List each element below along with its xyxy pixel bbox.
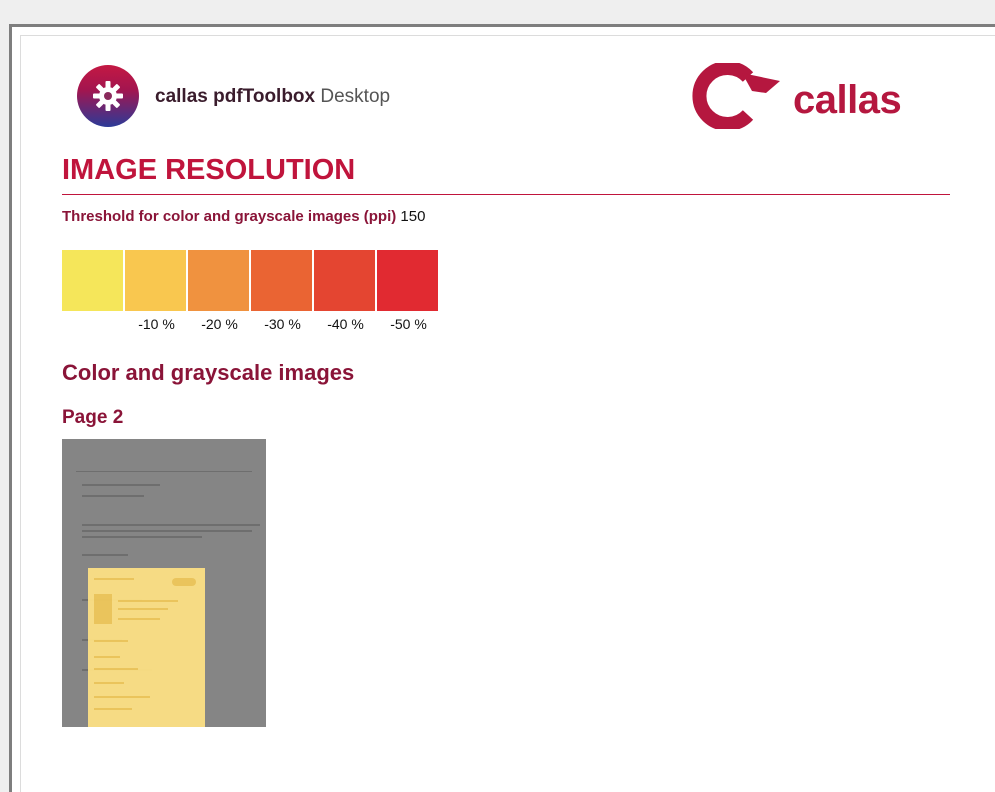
app-name-rest: Desktop [315,86,391,107]
scale-swatch [251,250,312,311]
page-thumbnail-icon[interactable] [62,439,266,727]
resolution-scale-labels: -10 % -20 % -30 % -40 % -50 % [62,316,440,332]
highlight-line [94,696,150,698]
callas-logo-icon [690,61,785,134]
section-divider [62,194,950,195]
app-name-bold: callas pdfToolbox [155,86,316,107]
scale-label: -50 % [390,316,427,332]
highlight-line [94,640,128,642]
scale-label: -40 % [327,316,364,332]
highlight-line [94,656,120,658]
scale-swatch [62,250,123,311]
scale-label [62,316,125,332]
highlight-line [94,578,134,580]
thumb-text-line [82,530,252,532]
low-resolution-image-highlight[interactable] [88,568,205,727]
highlight-line [118,618,160,620]
scale-label: -10 % [138,316,175,332]
thumb-text-line [82,524,260,526]
highlight-line [94,668,138,670]
highlight-line [118,600,178,602]
thumb-text-line [82,495,144,497]
thumb-rule [76,471,252,472]
highlight-logo [172,578,196,586]
threshold-label: Threshold for color and grayscale images… [62,208,397,225]
scale-swatch [188,250,249,311]
thumb-text-line [82,554,128,556]
resolution-scale [62,250,440,311]
page-label: Page 2 [62,407,124,428]
report-page: callas pdfToolbox Desktop callas IMAGE R… [0,0,995,792]
highlight-line [94,708,132,710]
subsection-title: Color and grayscale images [62,360,355,385]
threshold-line: Threshold for color and grayscale images… [62,208,425,225]
scale-label: -20 % [201,316,238,332]
scale-label: -30 % [264,316,301,332]
section-title: IMAGE RESOLUTION [62,154,356,186]
callas-brand-word: callas [793,78,902,122]
highlight-block [94,594,112,624]
thumb-text-line [82,536,202,538]
app-name: callas pdfToolbox Desktop [155,86,390,108]
highlight-line [94,682,124,684]
scale-swatch [377,250,438,311]
scale-swatch [314,250,375,311]
pdftoolbox-gear-icon [77,65,139,127]
thumb-text-line [82,484,160,486]
threshold-value: 150 [400,208,426,225]
highlight-line [118,608,168,610]
scale-swatch [125,250,186,311]
